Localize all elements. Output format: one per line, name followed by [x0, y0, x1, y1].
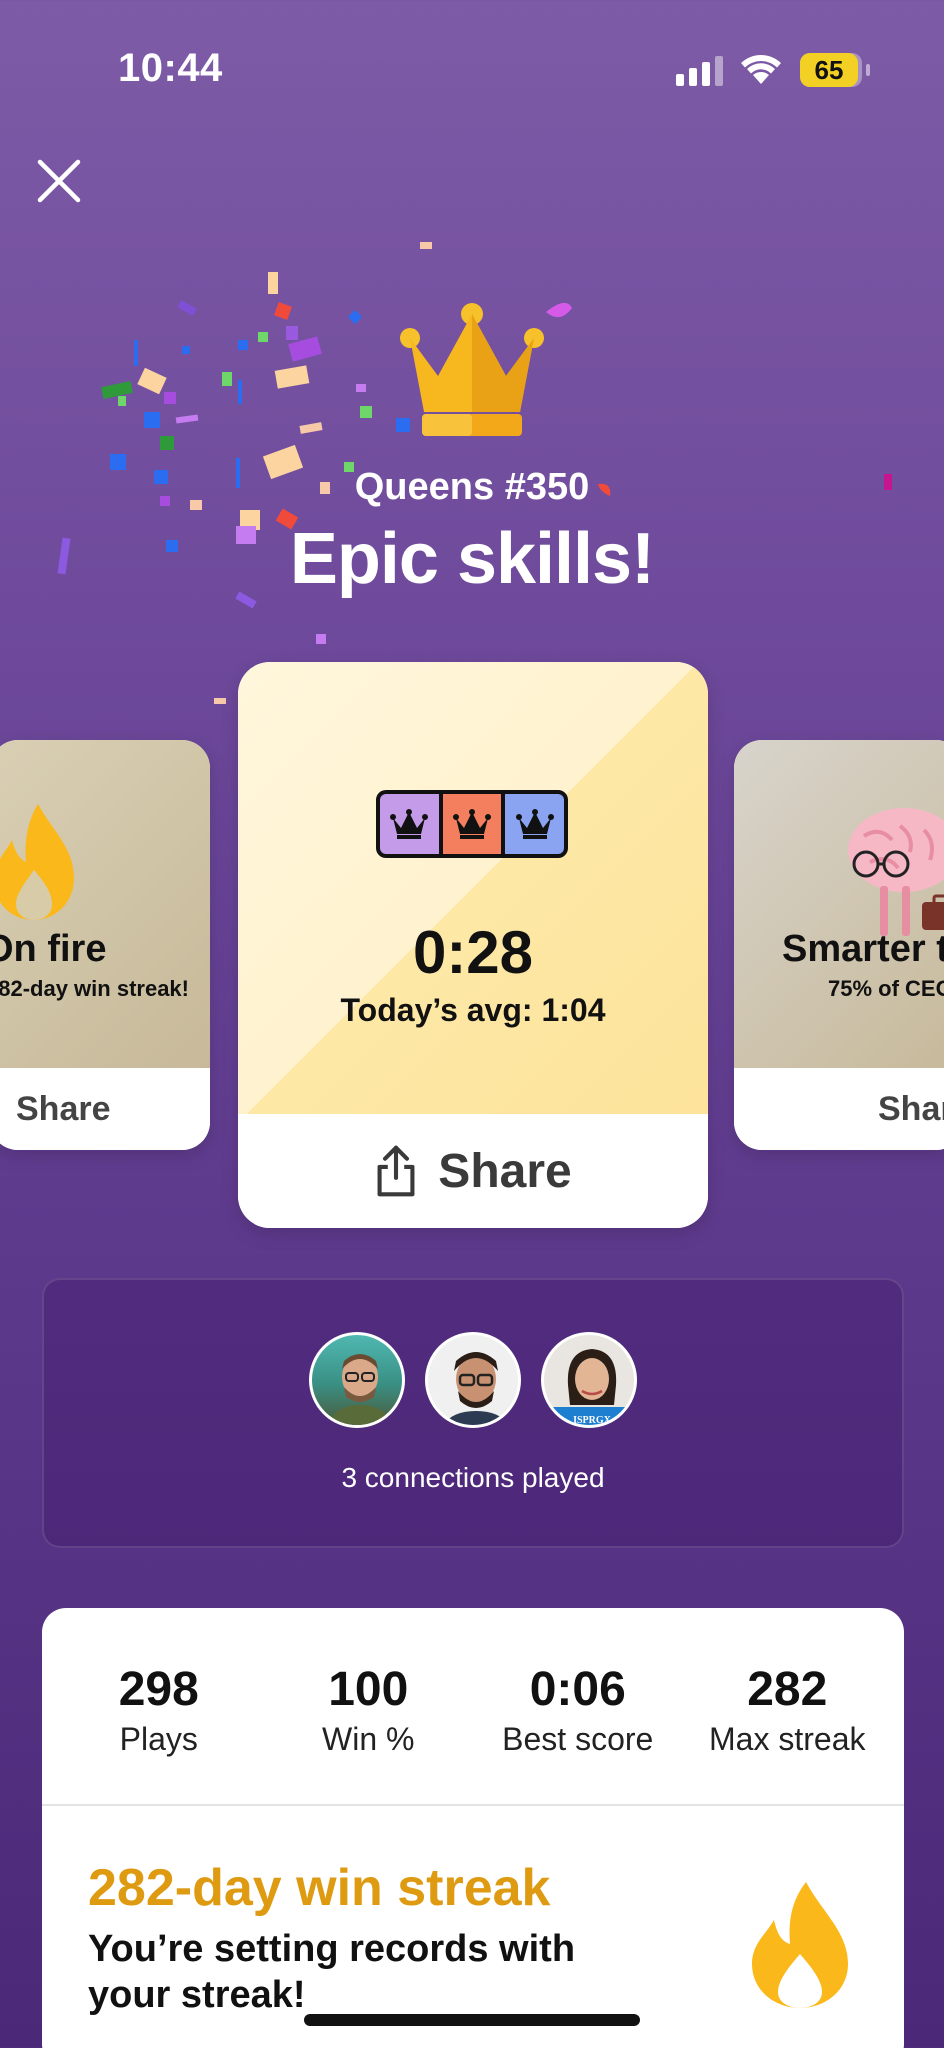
share-label: Share [438, 1144, 572, 1198]
avatar-image: ISPRGX [544, 1349, 634, 1426]
stat-value: 0:06 [529, 1663, 626, 1716]
stat-plays: 298 Plays [59, 1662, 259, 1758]
crown-icon [400, 303, 544, 436]
avatar-image [327, 1354, 393, 1425]
streak-share-card[interactable]: On fire 282-day win streak! Share [0, 740, 210, 1150]
wifi-icon [741, 55, 781, 84]
stat-value: 100 [328, 1663, 409, 1716]
avatar[interactable] [425, 1332, 521, 1428]
stats-row: 298 Plays 100 Win % 0:06 Best score 282 … [42, 1662, 904, 1758]
card-title: On fire [0, 928, 107, 970]
svg-text:ISPRGX: ISPRGX [573, 1415, 612, 1426]
solve-time: 0:28 [412, 919, 534, 986]
avatar[interactable] [309, 1332, 405, 1428]
stat-label: Win % [322, 1721, 415, 1757]
battery-icon: 65 [800, 53, 870, 87]
stat-label: Best score [502, 1721, 654, 1757]
close-icon[interactable] [34, 156, 84, 206]
streak-description: You’re setting records with your streak! [88, 1928, 576, 2016]
stat-max-streak: 282 Max streak [687, 1662, 887, 1758]
smarter-share-card[interactable]: Smarter than 75% of CEOs Share [734, 740, 944, 1150]
stat-value: 282 [747, 1663, 828, 1716]
queen-box [380, 794, 439, 854]
status-time: 10:44 [118, 46, 223, 90]
stat-label: Plays [119, 1721, 198, 1757]
share-label: Share [878, 1089, 944, 1128]
avatar[interactable]: ISPRGX [541, 1332, 637, 1428]
stats-panel: 298 Plays 100 Win % 0:06 Best score 282 … [42, 1608, 904, 2048]
flame-icon [752, 1882, 848, 2008]
battery-percent: 65 [814, 55, 844, 85]
flame-icon [0, 804, 74, 920]
stat-label: Max streak [709, 1721, 866, 1757]
share-icon [377, 1145, 415, 1197]
card-title: Smarter than [782, 928, 944, 970]
queen-box [505, 794, 564, 854]
divider [42, 1804, 904, 1806]
confetti-decoration [57, 242, 892, 704]
share-button[interactable]: Share [0, 1068, 210, 1150]
crown-icon [390, 809, 429, 839]
share-label: Share [16, 1089, 111, 1128]
share-button[interactable]: Share [734, 1068, 944, 1150]
status-bar: 10:44 65 [0, 0, 944, 140]
crown-icon [453, 809, 491, 839]
connections-panel[interactable]: ISPRGX 3 connections played [42, 1278, 904, 1548]
cellular-signal-icon [676, 56, 723, 86]
result-headline: Epic skills! [289, 519, 655, 599]
streak-title: 282-day win streak [88, 1859, 551, 1917]
card-subtitle: 75% of CEOs [828, 976, 944, 1001]
today-average: Today’s avg: 1:04 [340, 992, 606, 1028]
connection-avatars: ISPRGX [309, 1332, 637, 1428]
avatar-image [443, 1352, 509, 1425]
share-button[interactable]: Share [238, 1114, 708, 1228]
home-indicator[interactable] [304, 2014, 640, 2026]
card-subtitle: 282-day win streak! [0, 976, 189, 1001]
queens-color-boxes [376, 790, 568, 858]
stat-win-percent: 100 Win % [268, 1662, 468, 1758]
connections-label: 3 connections played [341, 1462, 605, 1493]
stat-value: 298 [118, 1663, 199, 1716]
puzzle-title: Queens #350 [354, 466, 590, 508]
crown-icon [515, 809, 554, 839]
stat-best-score: 0:06 Best score [478, 1662, 678, 1758]
queen-box [442, 794, 502, 854]
result-share-card[interactable]: 0:28 Today’s avg: 1:04 Share [238, 662, 708, 1228]
